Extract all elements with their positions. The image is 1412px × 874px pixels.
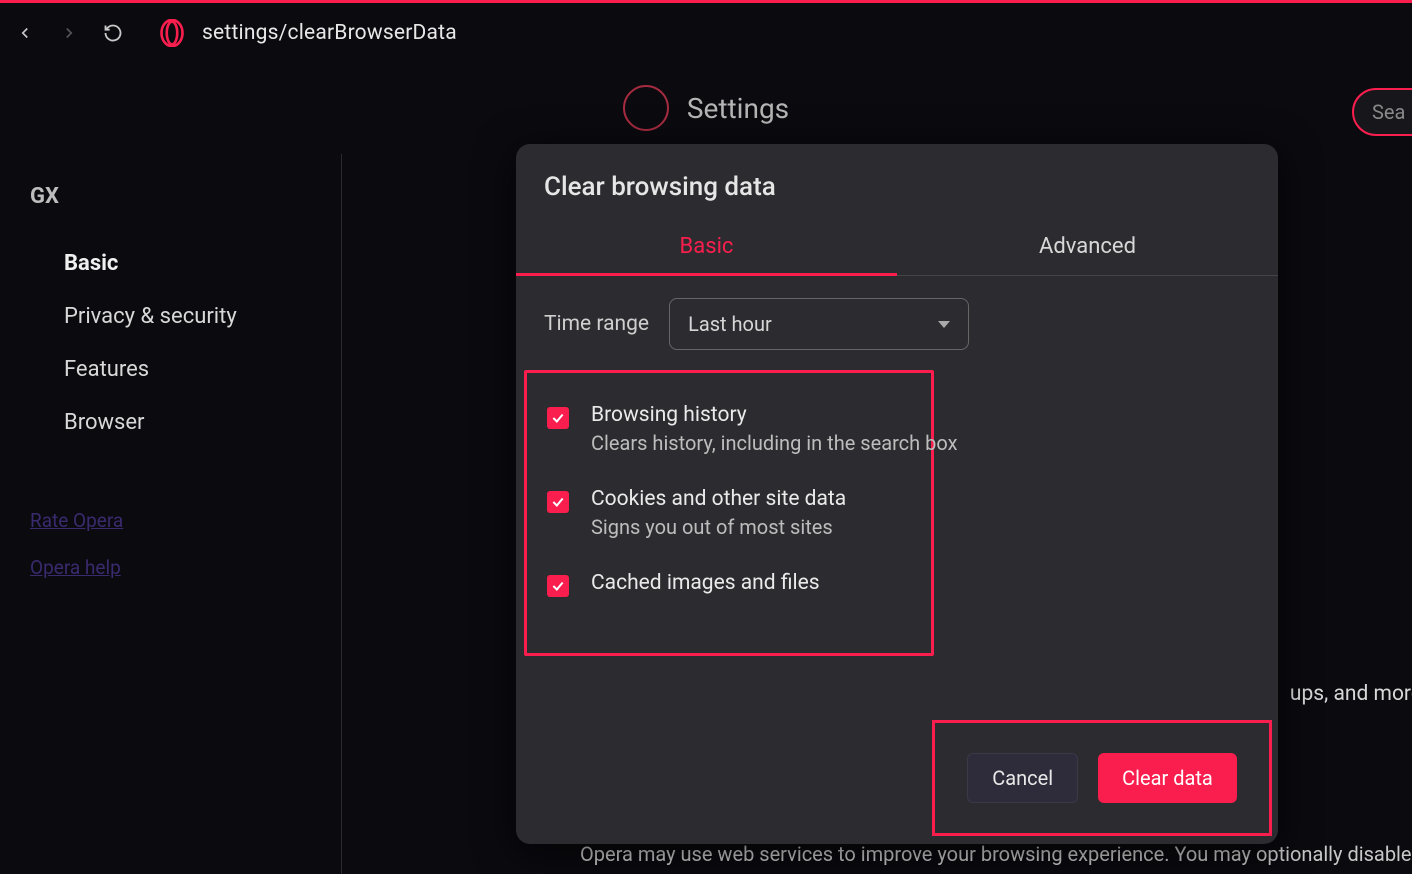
browser-toolbar: settings/clearBrowserData <box>0 0 1412 62</box>
chevron-down-icon <box>938 321 950 328</box>
option-title: Cookies and other site data <box>591 487 846 511</box>
option-desc: Signs you out of most sites <box>591 515 846 539</box>
background-text-fragment: ups, and more <box>1290 682 1412 706</box>
option-title: Cached images and files <box>591 571 820 595</box>
background-text-fragment: Opera may use web services to improve yo… <box>580 842 1412 866</box>
time-range-select[interactable]: Last hour <box>669 298 969 350</box>
opera-ring-icon <box>623 85 669 131</box>
option-cookies[interactable]: Cookies and other site data Signs you ou… <box>539 475 919 559</box>
forward-button[interactable] <box>52 16 86 50</box>
back-button[interactable] <box>8 16 42 50</box>
option-browsing-history[interactable]: Browsing history Clears history, includi… <box>539 391 919 475</box>
settings-search-input[interactable]: Sea <box>1352 88 1412 136</box>
checkbox-browsing-history[interactable] <box>547 407 569 429</box>
tab-strip-accent <box>0 0 330 3</box>
option-title: Browsing history <box>591 403 957 427</box>
sidebar-link-opera-help[interactable]: Opera help <box>30 544 311 591</box>
opera-logo-icon <box>158 19 186 47</box>
time-range-label: Time range <box>544 312 649 336</box>
sidebar-item-privacy[interactable]: Privacy & security <box>30 290 311 343</box>
options-highlight-box: Browsing history Clears history, includi… <box>524 370 934 656</box>
address-bar-url[interactable]: settings/clearBrowserData <box>202 21 457 45</box>
sidebar-item-features[interactable]: Features <box>30 343 311 396</box>
settings-sidebar: GX Basic Privacy & security Features Bro… <box>0 154 342 874</box>
time-range-value: Last hour <box>688 312 772 336</box>
dialog-footer-highlight-box: Cancel Clear data <box>932 720 1272 836</box>
option-desc: Clears history, including in the search … <box>591 431 957 455</box>
cancel-button[interactable]: Cancel <box>967 753 1078 803</box>
tab-advanced[interactable]: Advanced <box>897 220 1278 275</box>
checkbox-cookies[interactable] <box>547 491 569 513</box>
option-cached[interactable]: Cached images and files <box>539 559 919 617</box>
reload-button[interactable] <box>96 16 130 50</box>
clear-data-button[interactable]: Clear data <box>1098 753 1237 803</box>
page-title: Settings <box>687 92 789 125</box>
tab-basic[interactable]: Basic <box>516 220 897 275</box>
clear-browsing-data-dialog: Clear browsing data Basic Advanced Time … <box>516 144 1278 844</box>
sidebar-link-rate-opera[interactable]: Rate Opera <box>30 497 311 544</box>
checkbox-cached[interactable] <box>547 575 569 597</box>
sidebar-item-browser[interactable]: Browser <box>30 396 311 449</box>
settings-header: Settings Sea <box>0 62 1412 154</box>
dialog-tabs: Basic Advanced <box>516 220 1278 276</box>
dialog-title: Clear browsing data <box>516 144 1278 220</box>
sidebar-item-basic[interactable]: Basic <box>30 237 311 290</box>
sidebar-group-gx: GX <box>30 184 311 209</box>
